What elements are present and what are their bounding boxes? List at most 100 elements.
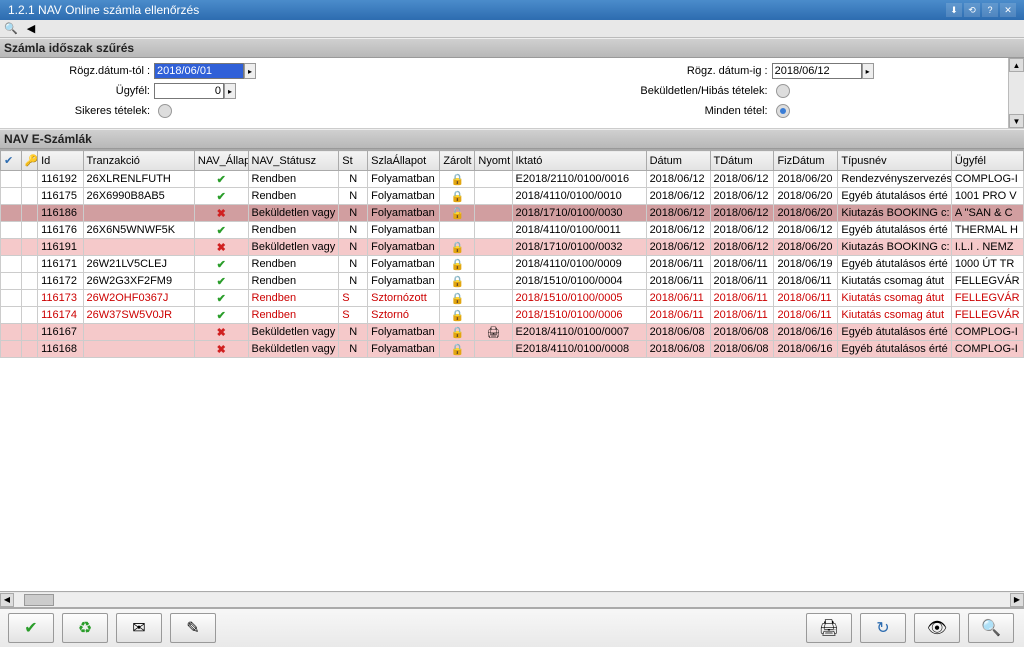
table-row[interactable]: 116191✖Beküldetlen vagyNFolyamatban🔒2018… [1, 239, 1024, 256]
cell-tipusnev: Kiutatás csomag átut [838, 290, 951, 307]
col-st[interactable]: St [339, 151, 368, 171]
cell-fizdatum: 2018/06/16 [774, 324, 838, 341]
cell-iktato: 2018/4110/0100/0009 [512, 256, 646, 273]
cell-zarolt: 🔒 [440, 324, 475, 341]
search-icon[interactable]: 🔍 [2, 21, 20, 37]
cell-datum: 2018/06/12 [646, 188, 710, 205]
table-row[interactable]: 11617426W37SW5V0JR✔RendbenSSztornó🔒2018/… [1, 307, 1024, 324]
cell-ugyfel: FELLEGVÁR [951, 273, 1023, 290]
cell-tipusnev: Rendezvényszervezés [838, 171, 951, 188]
ugyfel-picker-icon[interactable]: ▸ [224, 83, 236, 99]
cell-szla-allapot: Folyamatban [368, 273, 440, 290]
reload-button[interactable]: ↻ [860, 613, 906, 643]
col-datum[interactable]: Dátum [646, 151, 710, 171]
grid-container: ✔ 🔑 Id Tranzakció NAV_Állap NAV_Státusz … [0, 149, 1024, 591]
cell-nyomt [475, 239, 512, 256]
edit-button[interactable]: ✎ [170, 613, 216, 643]
cell-zarolt: 🔓 [440, 205, 475, 222]
scroll-track[interactable] [14, 593, 1010, 607]
cell-ugyfel: COMPLOG-I [951, 341, 1023, 358]
table-row[interactable]: 116186✖Beküldetlen vagyNFolyamatban🔓2018… [1, 205, 1024, 222]
rogz-ig-picker-icon[interactable]: ▸ [862, 63, 874, 79]
col-nyomt[interactable]: Nyomt [475, 151, 512, 171]
col-tipusnev[interactable]: Típusnév [838, 151, 951, 171]
mail-button[interactable]: ✉ [116, 613, 162, 643]
download-icon[interactable]: ⬇ [946, 3, 962, 17]
cell-zarolt: 🔒 [440, 273, 475, 290]
status-ok-icon: ✔ [198, 309, 245, 322]
sikeres-radio[interactable] [158, 104, 172, 118]
cell-nyomt [475, 307, 512, 324]
recycle-button[interactable]: ♻ [62, 613, 108, 643]
table-row[interactable]: 116167✖Beküldetlen vagyNFolyamatban🔒🖨E20… [1, 324, 1024, 341]
col-zarolt[interactable]: Zárolt [440, 151, 475, 171]
col-fizdatum[interactable]: FizDátum [774, 151, 838, 171]
cell-nav-allap: ✔ [194, 256, 248, 273]
cell-nav-statusz: Rendben [248, 307, 339, 324]
scroll-thumb[interactable] [24, 594, 54, 606]
col-szla-allapot[interactable]: SzlaÁllapot [368, 151, 440, 171]
cell-tranzakcio [83, 205, 194, 222]
table-row[interactable]: 11617526X6990B8AB5✔RendbenNFolyamatban🔒2… [1, 188, 1024, 205]
rogz-tol-picker-icon[interactable]: ▸ [244, 63, 256, 79]
col-iktato[interactable]: Iktató [512, 151, 646, 171]
col-key-icon[interactable]: 🔑 [21, 151, 38, 171]
table-row[interactable]: 11617226W2G3XF2FM9✔RendbenNFolyamatban🔒2… [1, 273, 1024, 290]
cell-id: 116168 [38, 341, 83, 358]
confirm-button[interactable]: ✔ [8, 613, 54, 643]
cell-id: 116173 [38, 290, 83, 307]
cell-szla-allapot: Folyamatban [368, 239, 440, 256]
cell-tranzakcio [83, 239, 194, 256]
help-icon[interactable]: ? [982, 3, 998, 17]
table-row[interactable]: 11617326W2OHF0367J✔RendbenSSztornózott🔒2… [1, 290, 1024, 307]
cell-fizdatum: 2018/06/20 [774, 239, 838, 256]
scroll-up-icon[interactable]: ▲ [1009, 58, 1024, 72]
top-toolbar: 🔍 ◀ [0, 20, 1024, 38]
table-row[interactable]: 116168✖Beküldetlen vagyNFolyamatban🔒E201… [1, 341, 1024, 358]
col-nav-allap[interactable]: NAV_Állap [194, 151, 248, 171]
col-tdatum[interactable]: TDátum [710, 151, 774, 171]
table-row[interactable]: 11619226XLRENLFUTH✔RendbenNFolyamatban🔒E… [1, 171, 1024, 188]
cell-nyomt [475, 188, 512, 205]
col-id[interactable]: Id [38, 151, 83, 171]
ugyfel-input[interactable] [154, 83, 224, 99]
collapse-icon[interactable]: ◀ [22, 21, 40, 37]
cell-fizdatum: 2018/06/20 [774, 171, 838, 188]
minden-radio[interactable] [776, 104, 790, 118]
lock-icon: 🔒 [450, 191, 464, 203]
scroll-down-icon[interactable]: ▼ [1009, 114, 1024, 128]
lock-icon: 🔒 [450, 242, 464, 254]
refresh-icon[interactable]: ⟲ [964, 3, 980, 17]
rogz-ig-input[interactable] [772, 63, 862, 79]
close-icon[interactable]: ✕ [1000, 3, 1016, 17]
cell-zarolt: 🔒 [440, 188, 475, 205]
cell-fizdatum: 2018/06/11 [774, 290, 838, 307]
find-button[interactable]: 🔍 [968, 613, 1014, 643]
col-ugyfel[interactable]: Ügyfél [951, 151, 1023, 171]
print-button[interactable]: 🖨 [806, 613, 852, 643]
cell-st: N [339, 171, 368, 188]
cell-ugyfel: A "SAN & C [951, 205, 1023, 222]
cell-ugyfel: 1001 PRO V [951, 188, 1023, 205]
invoice-grid[interactable]: ✔ 🔑 Id Tranzakció NAV_Állap NAV_Státusz … [0, 150, 1024, 358]
rogz-tol-input[interactable] [154, 63, 244, 79]
cell-zarolt: 🔒 [440, 290, 475, 307]
col-nav-statusz[interactable]: NAV_Státusz [248, 151, 339, 171]
view-button[interactable]: 👁 [914, 613, 960, 643]
cell-nav-statusz: Rendben [248, 273, 339, 290]
filter-scrollbar[interactable]: ▲ ▼ [1008, 58, 1024, 128]
col-check[interactable]: ✔ [1, 151, 22, 171]
table-row[interactable]: 11617126W21LV5CLEJ✔RendbenNFolyamatban🔒2… [1, 256, 1024, 273]
cell-id: 116191 [38, 239, 83, 256]
cell-fizdatum: 2018/06/16 [774, 341, 838, 358]
cell-datum: 2018/06/11 [646, 256, 710, 273]
filter-section-header: Számla időszak szűrés [0, 38, 1024, 58]
cell-nyomt [475, 273, 512, 290]
scroll-right-icon[interactable]: ▶ [1010, 593, 1024, 607]
horizontal-scrollbar[interactable]: ◀ ▶ [0, 591, 1024, 607]
col-tranzakcio[interactable]: Tranzakció [83, 151, 194, 171]
scroll-left-icon[interactable]: ◀ [0, 593, 14, 607]
status-ok-icon: ✔ [198, 258, 245, 271]
table-row[interactable]: 11617626X6N5WNWF5K✔RendbenNFolyamatban20… [1, 222, 1024, 239]
bekuldetlen-radio[interactable] [776, 84, 790, 98]
